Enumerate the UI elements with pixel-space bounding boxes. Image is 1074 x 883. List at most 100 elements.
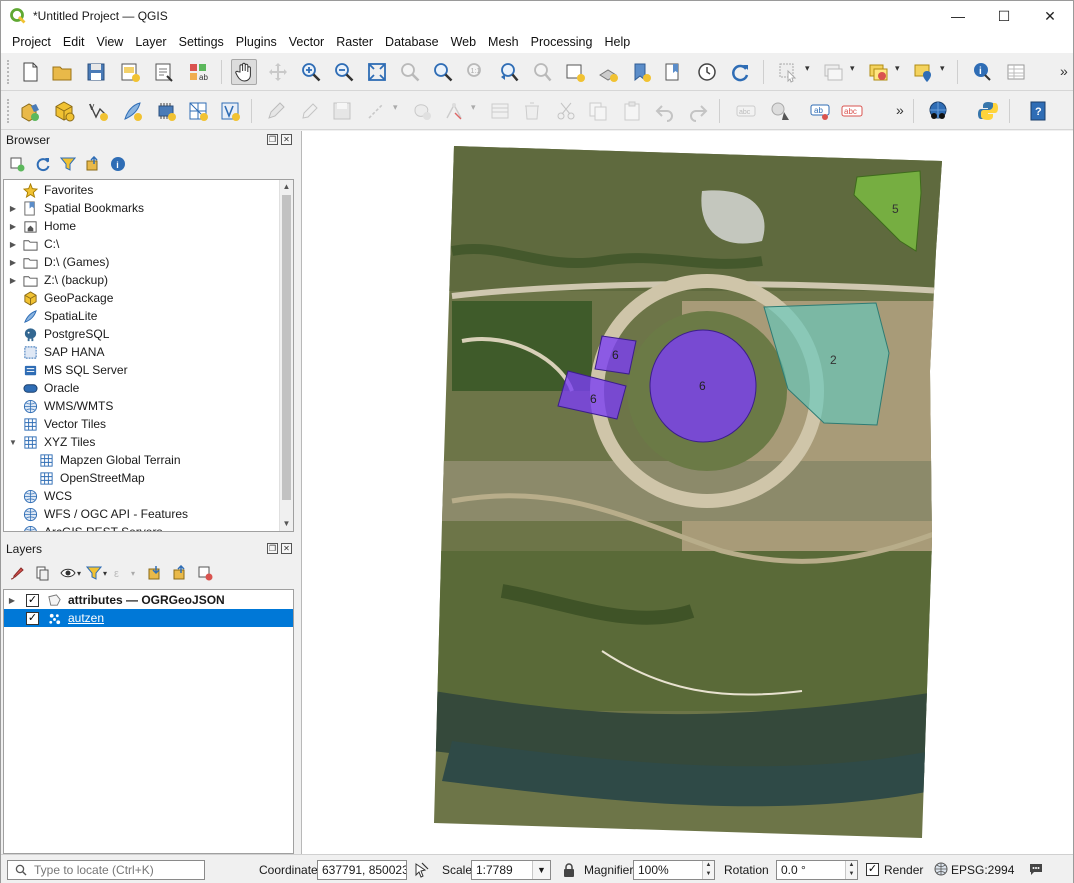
collapse-arrow-icon[interactable]: ▼	[8, 433, 18, 451]
toolbar-overflow-button[interactable]: »	[896, 102, 904, 118]
crs-label[interactable]: EPSG:2994	[951, 863, 1014, 877]
zoom-native-button[interactable]: 1:1	[463, 59, 489, 85]
new-virtual-layer-button[interactable]	[153, 98, 179, 124]
crs-globe-icon[interactable]	[934, 862, 948, 876]
new-print-layout-button[interactable]	[117, 59, 143, 85]
open-layer-styling-button[interactable]	[8, 564, 26, 582]
rotation-spinbox[interactable]: 0.0 ° ▲ ▼	[776, 860, 858, 880]
browser-float-button[interactable]: ❐	[267, 134, 278, 145]
pan-to-selection-button[interactable]	[265, 59, 291, 85]
modify-attributes-button[interactable]	[487, 98, 513, 124]
open-attribute-table-button[interactable]	[1003, 59, 1029, 85]
browser-item-mapzen-global-terrain[interactable]: Mapzen Global Terrain	[4, 451, 278, 469]
zoom-last-button[interactable]	[496, 59, 522, 85]
cut-features-button[interactable]	[553, 98, 579, 124]
layer-visibility-checkbox[interactable]: ✓	[26, 612, 39, 625]
filter-legend-button[interactable]	[85, 564, 103, 582]
toolbar-overflow-button[interactable]: »	[1060, 63, 1068, 79]
layer-row-attributes[interactable]: ▶ ✓ attributes — OGRGeoJSON	[4, 591, 293, 609]
add-feature-button[interactable]	[409, 98, 435, 124]
save-layer-edits-button[interactable]	[329, 98, 355, 124]
zoom-full-button[interactable]	[364, 59, 390, 85]
coordinate-field[interactable]: 637791, 850023	[317, 860, 407, 880]
new-shapefile-layer-button[interactable]: V	[85, 98, 111, 124]
zoom-to-selection-button[interactable]	[397, 59, 423, 85]
new-project-button[interactable]	[17, 59, 43, 85]
browser-item-postgresql[interactable]: PostgreSQL	[4, 325, 278, 343]
data-source-manager-button[interactable]	[17, 98, 43, 124]
menu-layer[interactable]: Layer	[129, 31, 172, 53]
browser-item-vector-tiles[interactable]: Vector Tiles	[4, 415, 278, 433]
toggle-editing-button[interactable]	[263, 98, 289, 124]
toolbar-grip[interactable]	[7, 60, 11, 84]
new-mesh-layer-button[interactable]	[185, 98, 211, 124]
menu-settings[interactable]: Settings	[173, 31, 230, 53]
magnifier-spinbox[interactable]: 100% ▲ ▼	[633, 860, 715, 880]
enable-properties-button[interactable]: i	[109, 155, 127, 173]
expand-arrow-icon[interactable]: ▶	[8, 271, 18, 289]
menu-vector[interactable]: Vector	[283, 31, 330, 53]
browser-item-spatialite[interactable]: SpatiaLite	[4, 307, 278, 325]
layer-labeling-button[interactable]: ab	[807, 98, 833, 124]
temporal-controller-button[interactable]	[694, 59, 720, 85]
new-geopackage-layer-button[interactable]	[51, 98, 77, 124]
mouse-coordinate-toggle-icon[interactable]	[413, 862, 429, 878]
redo-button[interactable]	[685, 98, 711, 124]
browser-item-openstreetmap[interactable]: OpenStreetMap	[4, 469, 278, 487]
browser-item-wcs[interactable]: WCS	[4, 487, 278, 505]
scale-combobox[interactable]: 1:7789 ▼	[471, 860, 551, 880]
toolbar-grip[interactable]	[7, 99, 11, 123]
browser-item-wms-wmts[interactable]: WMS/WMTS	[4, 397, 278, 415]
browser-item-home[interactable]: ▶ Home	[4, 217, 278, 235]
new-3d-view-button[interactable]	[595, 59, 621, 85]
pin-label-button[interactable]	[767, 98, 793, 124]
undo-button[interactable]	[652, 98, 678, 124]
refresh-button[interactable]	[727, 59, 753, 85]
lock-icon[interactable]	[563, 863, 575, 877]
menu-project[interactable]: Project	[6, 31, 57, 53]
attribute-table-button[interactable]	[865, 59, 891, 85]
manage-map-themes-button[interactable]	[59, 564, 77, 582]
browser-item-z-backup[interactable]: ▶ Z:\ (backup)	[4, 271, 278, 289]
scroll-thumb[interactable]	[282, 195, 291, 500]
menu-view[interactable]: View	[90, 31, 129, 53]
show-bookmarks-button[interactable]	[661, 59, 687, 85]
map-canvas[interactable]: 5 2 6 6 6	[301, 131, 1073, 854]
remove-layer-button[interactable]	[196, 564, 214, 582]
browser-scrollbar[interactable]: ▲ ▼	[279, 180, 293, 531]
style-manager-button[interactable]: ab	[185, 59, 211, 85]
browser-item-arcgis-rest-servers[interactable]: ArcGIS REST Servers	[4, 523, 278, 531]
help-button[interactable]: ?	[1025, 98, 1051, 124]
zoom-out-button[interactable]	[331, 59, 357, 85]
browser-refresh-button[interactable]	[34, 155, 52, 173]
expand-arrow-icon[interactable]: ▶	[8, 199, 18, 217]
vertex-tool-button[interactable]	[441, 98, 467, 124]
browser-item-wfs-ogc-api-features[interactable]: WFS / OGC API - Features	[4, 505, 278, 523]
zoom-in-button[interactable]	[298, 59, 324, 85]
new-map-view-button[interactable]	[562, 59, 588, 85]
collapse-all-layers-button[interactable]	[171, 564, 189, 582]
select-features-button[interactable]	[775, 59, 801, 85]
open-project-button[interactable]	[49, 59, 75, 85]
show-hide-labels-button[interactable]: abc	[839, 98, 865, 124]
minimize-button[interactable]: —	[935, 1, 981, 31]
layers-float-button[interactable]: ❐	[267, 543, 278, 554]
browser-close-button[interactable]: ✕	[281, 134, 292, 145]
delete-selected-button[interactable]	[519, 98, 545, 124]
expand-all-button[interactable]	[146, 564, 164, 582]
browser-item-sap-hana[interactable]: SAP HANA	[4, 343, 278, 361]
chevron-down-icon[interactable]: ▼	[532, 861, 550, 879]
browser-filter-button[interactable]	[59, 155, 77, 173]
layers-close-button[interactable]: ✕	[281, 543, 292, 554]
new-spatialite-layer-button[interactable]	[119, 98, 145, 124]
paste-features-button[interactable]	[619, 98, 645, 124]
add-selected-layers-button[interactable]	[8, 155, 26, 173]
digitize-line-button[interactable]	[363, 98, 389, 124]
menu-help[interactable]: Help	[598, 31, 636, 53]
deselect-button[interactable]	[820, 59, 846, 85]
pan-map-button[interactable]	[231, 59, 257, 85]
browser-item-d-games[interactable]: ▶ D:\ (Games)	[4, 253, 278, 271]
save-project-button[interactable]	[83, 59, 109, 85]
qgis-user-profile-button[interactable]	[925, 98, 951, 124]
menu-database[interactable]: Database	[379, 31, 445, 53]
